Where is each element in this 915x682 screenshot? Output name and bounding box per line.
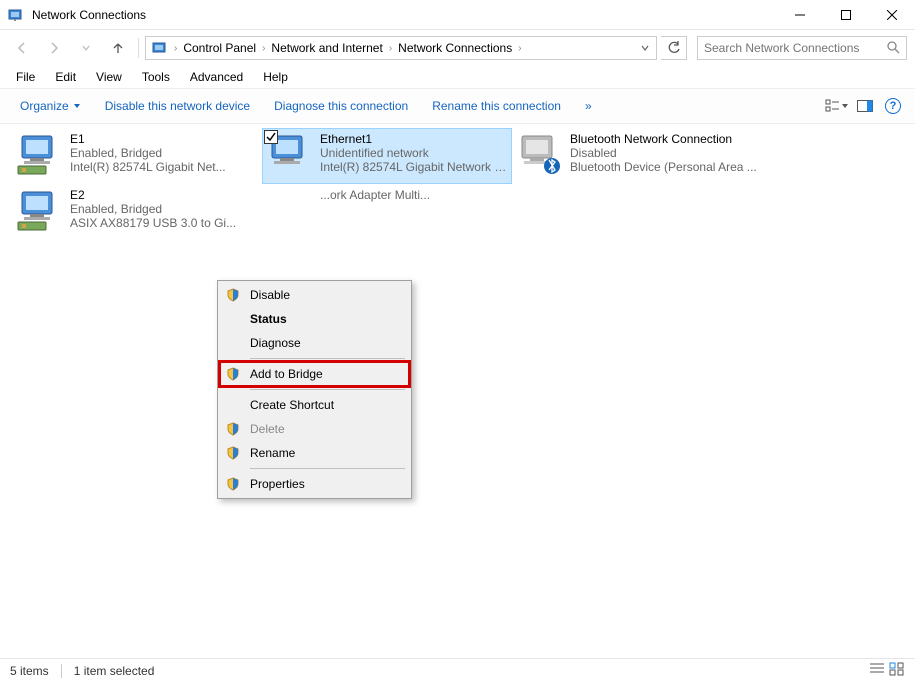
back-button[interactable] bbox=[8, 34, 36, 62]
connection-device: Bluetooth Device (Personal Area ... bbox=[570, 160, 757, 174]
menu-tools[interactable]: Tools bbox=[132, 68, 180, 86]
ctx-delete: Delete bbox=[220, 417, 409, 441]
chevron-right-icon[interactable]: › bbox=[172, 43, 179, 54]
connection-device: ...ork Adapter Multi... bbox=[320, 188, 430, 202]
app-icon bbox=[8, 7, 24, 23]
chevron-right-icon[interactable]: › bbox=[260, 43, 267, 54]
connection-item-e1[interactable]: E1 Enabled, Bridged Intel(R) 82574L Giga… bbox=[12, 128, 262, 184]
ctx-diagnose[interactable]: Diagnose bbox=[220, 331, 409, 355]
connection-name: E2 bbox=[70, 188, 236, 202]
window-controls bbox=[777, 0, 915, 30]
address-dropdown[interactable] bbox=[636, 43, 654, 53]
connection-device: ASIX AX88179 USB 3.0 to Gi... bbox=[70, 216, 236, 230]
ctx-status[interactable]: Status bbox=[220, 307, 409, 331]
chevron-right-icon[interactable]: › bbox=[516, 43, 523, 54]
search-box[interactable] bbox=[697, 36, 907, 60]
ctx-separator bbox=[250, 358, 405, 359]
window-title: Network Connections bbox=[32, 8, 777, 22]
connection-status: Disabled bbox=[570, 146, 757, 160]
ctx-properties[interactable]: Properties bbox=[220, 472, 409, 496]
network-adapter-icon bbox=[16, 132, 64, 176]
connection-item-bluetooth[interactable]: Bluetooth Network Connection Disabled Bl… bbox=[512, 128, 762, 184]
help-button[interactable]: ? bbox=[879, 94, 907, 118]
menu-file[interactable]: File bbox=[6, 68, 45, 86]
view-options-button[interactable] bbox=[823, 94, 851, 118]
content-area: E1 Enabled, Bridged Intel(R) 82574L Giga… bbox=[0, 124, 915, 658]
up-button[interactable] bbox=[104, 34, 132, 62]
connection-status: Enabled, Bridged bbox=[70, 202, 236, 216]
ctx-add-to-bridge[interactable]: Add to Bridge bbox=[220, 362, 409, 386]
address-bar[interactable]: › Control Panel › Network and Internet ›… bbox=[145, 36, 657, 60]
refresh-button[interactable] bbox=[661, 36, 687, 60]
status-selected-count: 1 item selected bbox=[74, 664, 155, 678]
shield-icon bbox=[224, 286, 242, 304]
nav-row: › Control Panel › Network and Internet ›… bbox=[0, 30, 915, 66]
forward-button[interactable] bbox=[40, 34, 68, 62]
diagnose-button[interactable]: Diagnose this connection bbox=[262, 95, 420, 117]
large-icons-view-button[interactable] bbox=[889, 662, 905, 679]
more-commands-button[interactable]: » bbox=[573, 95, 604, 117]
chevron-right-icon[interactable]: › bbox=[387, 43, 394, 54]
shield-icon bbox=[224, 365, 242, 383]
network-adapter-disabled-icon bbox=[516, 132, 564, 176]
ctx-separator bbox=[250, 389, 405, 390]
connection-item-partial[interactable]: ...ork Adapter Multi... bbox=[262, 184, 512, 240]
context-menu: Disable Status Diagnose Add to Bridge Cr… bbox=[217, 280, 412, 499]
breadcrumb-network-connections[interactable]: Network Connections bbox=[394, 37, 516, 59]
location-icon bbox=[152, 40, 168, 56]
breadcrumb-network-internet[interactable]: Network and Internet bbox=[267, 37, 386, 59]
ctx-rename[interactable]: Rename bbox=[220, 441, 409, 465]
toolbar: Organize Disable this network device Dia… bbox=[0, 88, 915, 124]
connection-status: Unidentified network bbox=[320, 146, 508, 160]
menu-help[interactable]: Help bbox=[253, 68, 298, 86]
network-adapter-icon bbox=[266, 132, 314, 176]
connection-name: Ethernet1 bbox=[320, 132, 508, 146]
maximize-button[interactable] bbox=[823, 0, 869, 30]
ctx-create-shortcut[interactable]: Create Shortcut bbox=[220, 393, 409, 417]
details-view-button[interactable] bbox=[869, 662, 885, 679]
recent-dropdown[interactable] bbox=[72, 34, 100, 62]
search-input[interactable] bbox=[704, 41, 886, 55]
shield-icon bbox=[224, 444, 242, 462]
organize-button[interactable]: Organize bbox=[8, 95, 93, 117]
search-icon[interactable] bbox=[886, 40, 900, 57]
nav-separator bbox=[138, 38, 139, 58]
connection-item-e2[interactable]: E2 Enabled, Bridged ASIX AX88179 USB 3.0… bbox=[12, 184, 262, 240]
menu-view[interactable]: View bbox=[86, 68, 132, 86]
minimize-button[interactable] bbox=[777, 0, 823, 30]
checkbox-icon[interactable] bbox=[264, 130, 278, 144]
connection-status: Enabled, Bridged bbox=[70, 146, 226, 160]
ctx-separator bbox=[250, 468, 405, 469]
close-button[interactable] bbox=[869, 0, 915, 30]
connection-name: E1 bbox=[70, 132, 226, 146]
status-bar: 5 items 1 item selected bbox=[0, 658, 915, 682]
connection-device: Intel(R) 82574L Gigabit Net... bbox=[70, 160, 226, 174]
menu-advanced[interactable]: Advanced bbox=[180, 68, 253, 86]
titlebar: Network Connections bbox=[0, 0, 915, 30]
network-adapter-icon bbox=[16, 188, 64, 232]
ctx-disable[interactable]: Disable bbox=[220, 283, 409, 307]
connection-item-ethernet1[interactable]: Ethernet1 Unidentified network Intel(R) … bbox=[262, 128, 512, 184]
menu-edit[interactable]: Edit bbox=[45, 68, 86, 86]
rename-button[interactable]: Rename this connection bbox=[420, 95, 573, 117]
disable-device-button[interactable]: Disable this network device bbox=[93, 95, 262, 117]
breadcrumb-control-panel[interactable]: Control Panel bbox=[179, 37, 260, 59]
status-item-count: 5 items bbox=[10, 664, 49, 678]
shield-icon bbox=[224, 475, 242, 493]
connection-name: Bluetooth Network Connection bbox=[570, 132, 757, 146]
menubar: File Edit View Tools Advanced Help bbox=[0, 66, 915, 88]
preview-pane-button[interactable] bbox=[851, 94, 879, 118]
shield-icon bbox=[224, 420, 242, 438]
connection-device: Intel(R) 82574L Gigabit Network C... bbox=[320, 160, 508, 174]
